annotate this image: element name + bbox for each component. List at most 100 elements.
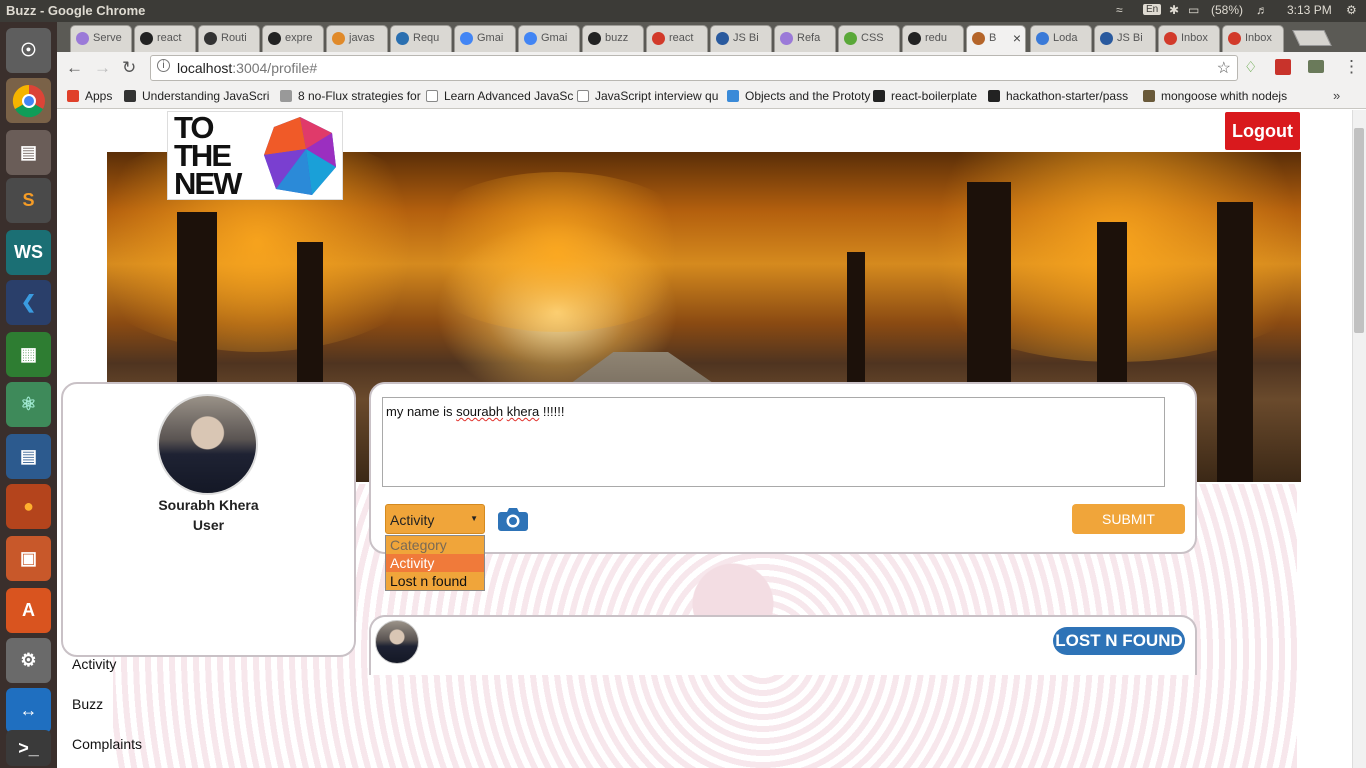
dropdown-option-lost-n-found[interactable]: Lost n found bbox=[386, 572, 484, 590]
atom-icon[interactable]: ⚛ bbox=[6, 382, 51, 427]
ubuntu-dash-icon[interactable]: ☉ bbox=[6, 28, 51, 73]
logo-wordmark: TO THE NEW bbox=[174, 110, 242, 201]
to-the-new-logo[interactable]: TO THE NEW bbox=[167, 111, 343, 200]
bookmark-item[interactable]: JavaScript interview qu bbox=[577, 89, 718, 103]
sidebar-item-complaints[interactable]: Complaints bbox=[72, 736, 142, 752]
browser-tab[interactable]: CSS bbox=[838, 25, 900, 52]
info-icon[interactable]: i bbox=[157, 59, 170, 72]
reload-button[interactable]: ↻ bbox=[122, 58, 136, 78]
tab-favicon-icon bbox=[1164, 32, 1177, 45]
firefox-icon[interactable]: ● bbox=[6, 484, 51, 529]
browser-tab[interactable]: buzz bbox=[582, 25, 644, 52]
browser-tab[interactable]: Inbox bbox=[1158, 25, 1220, 52]
extension-redux-icon[interactable] bbox=[1275, 59, 1291, 75]
bookmark-favicon-icon bbox=[280, 90, 292, 102]
browser-tab[interactable]: JS Bi bbox=[1094, 25, 1156, 52]
browser-tab[interactable]: expre bbox=[262, 25, 324, 52]
browser-tab[interactable]: react bbox=[134, 25, 196, 52]
url-host: localhost bbox=[177, 60, 233, 76]
bookmark-item[interactable]: 8 no-Flux strategies for bbox=[280, 89, 421, 103]
sidebar-item-activity[interactable]: Activity bbox=[72, 656, 116, 672]
submit-button[interactable]: SUBMIT bbox=[1072, 504, 1185, 534]
bookmark-item[interactable]: mongoose whith nodejs bbox=[1143, 89, 1287, 103]
wifi-icon[interactable]: ≈ bbox=[1116, 3, 1123, 17]
browser-tab[interactable]: JS Bi bbox=[710, 25, 772, 52]
bookmark-favicon-icon bbox=[577, 90, 589, 102]
keyboard-layout-indicator[interactable]: En bbox=[1143, 4, 1162, 15]
browser-tab[interactable]: Routi bbox=[198, 25, 260, 52]
browser-tab[interactable]: Serve bbox=[70, 25, 132, 52]
sublime-text-icon[interactable]: S bbox=[6, 178, 51, 223]
forward-button[interactable]: → bbox=[94, 58, 111, 78]
browser-tab[interactable]: Gmai bbox=[454, 25, 516, 52]
bookmark-item[interactable]: Objects and the Prototy bbox=[727, 89, 870, 103]
url-path: :3004/profile# bbox=[232, 60, 318, 76]
vscode-icon[interactable]: ❮ bbox=[6, 280, 51, 325]
gear-icon[interactable]: ⚙ bbox=[1346, 3, 1357, 17]
browser-tab[interactable]: react bbox=[646, 25, 708, 52]
teamviewer-icon[interactable]: ↔ bbox=[6, 688, 51, 733]
tab-label: expre bbox=[285, 32, 313, 44]
dropdown-option-activity[interactable]: Activity bbox=[386, 554, 484, 572]
system-settings-icon[interactable]: ⚙ bbox=[6, 638, 51, 683]
tab-favicon-icon bbox=[76, 32, 89, 45]
software-center-icon[interactable]: A bbox=[6, 588, 51, 633]
post-textarea[interactable]: my name is sourabh khera !!!!!! bbox=[382, 397, 1165, 487]
tab-favicon-icon bbox=[460, 32, 473, 45]
extension-screen-icon[interactable] bbox=[1308, 60, 1324, 73]
caret-down-icon: ▼ bbox=[470, 514, 478, 523]
tab-favicon-icon bbox=[844, 32, 857, 45]
category-badge: LOST N FOUND bbox=[1053, 627, 1185, 655]
volume-icon[interactable]: ♬ bbox=[1256, 3, 1268, 17]
tab-favicon-icon bbox=[140, 32, 153, 45]
browser-tab[interactable]: Gmai bbox=[518, 25, 580, 52]
bookmark-item[interactable]: Understanding JavaScri bbox=[124, 89, 269, 103]
document-icon[interactable]: ▤ bbox=[6, 434, 51, 479]
webstorm-icon[interactable]: WS bbox=[6, 230, 51, 275]
terminal-icon[interactable]: >_ bbox=[6, 730, 51, 766]
category-select-value: Activity bbox=[390, 512, 435, 528]
logout-button[interactable]: Logout bbox=[1225, 112, 1300, 150]
bookmark-item[interactable]: react-boilerplate bbox=[873, 89, 977, 103]
tab-label: react bbox=[669, 32, 694, 44]
presentation-icon[interactable]: ▣ bbox=[6, 536, 51, 581]
tab-label: Inbox bbox=[1181, 32, 1208, 44]
bookmark-favicon-icon bbox=[124, 90, 136, 102]
tab-favicon-icon bbox=[204, 32, 217, 45]
browser-tab[interactable]: Requ bbox=[390, 25, 452, 52]
bookmark-label: Objects and the Prototy bbox=[745, 89, 871, 103]
browser-tab[interactable]: Refa bbox=[774, 25, 836, 52]
tab-favicon-icon bbox=[332, 32, 345, 45]
tab-label: Serve bbox=[93, 32, 122, 44]
bookmarks-overflow-icon[interactable]: » bbox=[1333, 88, 1340, 103]
address-bar[interactable]: i localhost:3004/profile# ☆ bbox=[150, 55, 1238, 81]
clock[interactable]: 3:13 PM bbox=[1287, 3, 1332, 17]
files-icon[interactable]: ▤ bbox=[6, 130, 51, 175]
sidebar-item-buzz[interactable]: Buzz bbox=[72, 696, 103, 712]
logo-gem-icon bbox=[264, 117, 336, 195]
browser-tab[interactable]: Loda bbox=[1030, 25, 1092, 52]
camera-icon[interactable] bbox=[497, 506, 529, 532]
browser-tab[interactable]: redu bbox=[902, 25, 964, 52]
extension-puzzle-icon[interactable]: ♢ bbox=[1244, 58, 1257, 76]
feed-post-avatar bbox=[375, 620, 419, 664]
bookmark-star-icon[interactable]: ☆ bbox=[1217, 58, 1231, 78]
bluetooth-icon[interactable]: ✱ bbox=[1169, 3, 1179, 17]
bookmark-item[interactable]: Learn Advanced JavaSc bbox=[426, 89, 573, 103]
browser-tab[interactable]: Inbox bbox=[1222, 25, 1284, 52]
bookmark-item[interactable]: Apps bbox=[67, 89, 112, 103]
battery-icon[interactable]: ▭ bbox=[1188, 3, 1199, 17]
tab-label: Gmai bbox=[541, 32, 568, 44]
spreadsheet-icon[interactable]: ▦ bbox=[6, 332, 51, 377]
back-button[interactable]: ← bbox=[66, 58, 83, 78]
browser-tab[interactable]: B × bbox=[966, 25, 1026, 52]
category-select[interactable]: Activity ▼ bbox=[385, 504, 485, 534]
scrollbar-thumb[interactable] bbox=[1354, 128, 1364, 333]
chrome-icon[interactable] bbox=[6, 78, 51, 123]
browser-tab[interactable]: javas bbox=[326, 25, 388, 52]
close-tab-icon[interactable]: × bbox=[1013, 30, 1021, 46]
bookmark-item[interactable]: hackathon-starter/pass bbox=[988, 89, 1128, 103]
chrome-menu-icon[interactable]: ⋮ bbox=[1343, 57, 1360, 77]
dropdown-option-category[interactable]: Category bbox=[386, 536, 484, 554]
new-tab-button[interactable] bbox=[1292, 30, 1332, 46]
